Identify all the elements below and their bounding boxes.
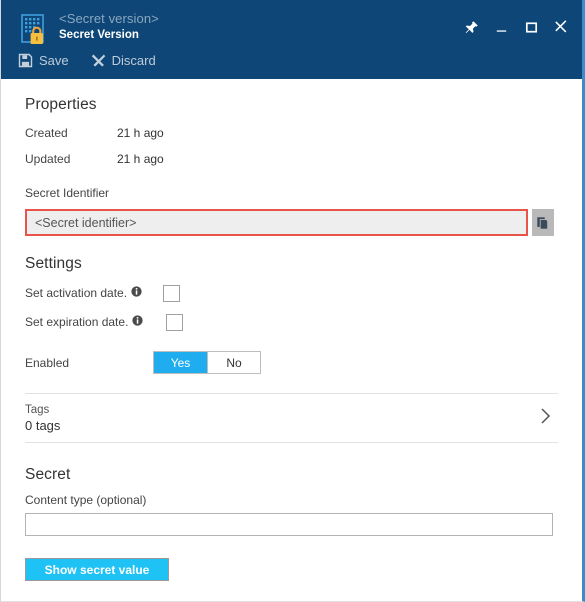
info-icon[interactable] [132, 313, 144, 331]
settings-heading: Settings [25, 255, 82, 272]
page-title: <Secret version> [59, 11, 159, 26]
copy-icon[interactable] [532, 209, 554, 236]
secret-identifier-row: <Secret identifier> [25, 209, 558, 236]
maximize-icon[interactable] [516, 14, 546, 40]
set-activation-date-checkbox[interactable] [163, 284, 181, 302]
content-type-label: Content type (optional) [25, 493, 147, 507]
title-bar: <Secret version> Secret Version [1, 8, 582, 48]
enabled-row: Enabled Yes No [25, 351, 558, 374]
tags-value: 0 tags [25, 417, 61, 433]
tags-text: Tags 0 tags [25, 404, 539, 433]
set-expiration-date-label: Set expiration date. [25, 315, 129, 329]
property-value: 21 h ago [117, 126, 164, 140]
save-disk-icon [18, 53, 33, 68]
secret-identifier-input[interactable]: <Secret identifier> [25, 209, 528, 236]
enabled-toggle-yes[interactable]: Yes [154, 352, 207, 373]
tags-row[interactable]: Tags 0 tags [25, 394, 558, 442]
tags-label: Tags [25, 403, 50, 416]
content-type-input[interactable] [25, 513, 553, 536]
page-subtitle: Secret Version [59, 29, 139, 41]
secret-heading: Secret [25, 466, 71, 483]
enabled-toggle: Yes No [153, 351, 261, 374]
property-key: Updated [25, 152, 71, 166]
secret-identifier-label: Secret Identifier [25, 186, 110, 200]
secret-version-blade: <Secret version> Secret Version Save Dis… [0, 0, 585, 602]
set-expiration-date-row: Set expiration date. [25, 313, 558, 331]
divider [25, 442, 558, 443]
save-label: Save [39, 53, 69, 68]
minimize-icon[interactable] [486, 14, 516, 40]
blade-body: Properties Created 21 h ago Updated 21 h… [1, 79, 582, 601]
set-activation-date-label: Set activation date. [25, 286, 128, 300]
discard-button[interactable]: Discard [91, 53, 156, 68]
window-controls [456, 14, 576, 40]
pin-icon[interactable] [456, 14, 486, 40]
blade-header: <Secret version> Secret Version Save Dis… [1, 0, 582, 79]
show-secret-value-button[interactable]: Show secret value [25, 558, 169, 581]
property-row-created: Created 21 h ago [25, 126, 558, 140]
set-expiration-date-checkbox[interactable] [166, 313, 184, 331]
x-icon [91, 53, 106, 68]
close-icon[interactable] [546, 14, 576, 40]
save-button[interactable]: Save [18, 53, 69, 68]
command-bar: Save Discard [1, 46, 178, 75]
info-icon[interactable] [131, 284, 142, 302]
title-block: <Secret version> Secret Version [59, 10, 159, 43]
property-value: 21 h ago [117, 152, 164, 166]
chevron-right-icon [539, 406, 558, 431]
enabled-toggle-no[interactable]: No [207, 352, 260, 373]
properties-heading: Properties [25, 96, 97, 113]
property-key: Created [25, 126, 68, 140]
enabled-label: Enabled [25, 355, 70, 370]
set-activation-date-row: Set activation date. [25, 284, 558, 302]
property-row-updated: Updated 21 h ago [25, 152, 558, 166]
key-vault-secret-icon [17, 12, 53, 48]
discard-label: Discard [111, 53, 156, 68]
